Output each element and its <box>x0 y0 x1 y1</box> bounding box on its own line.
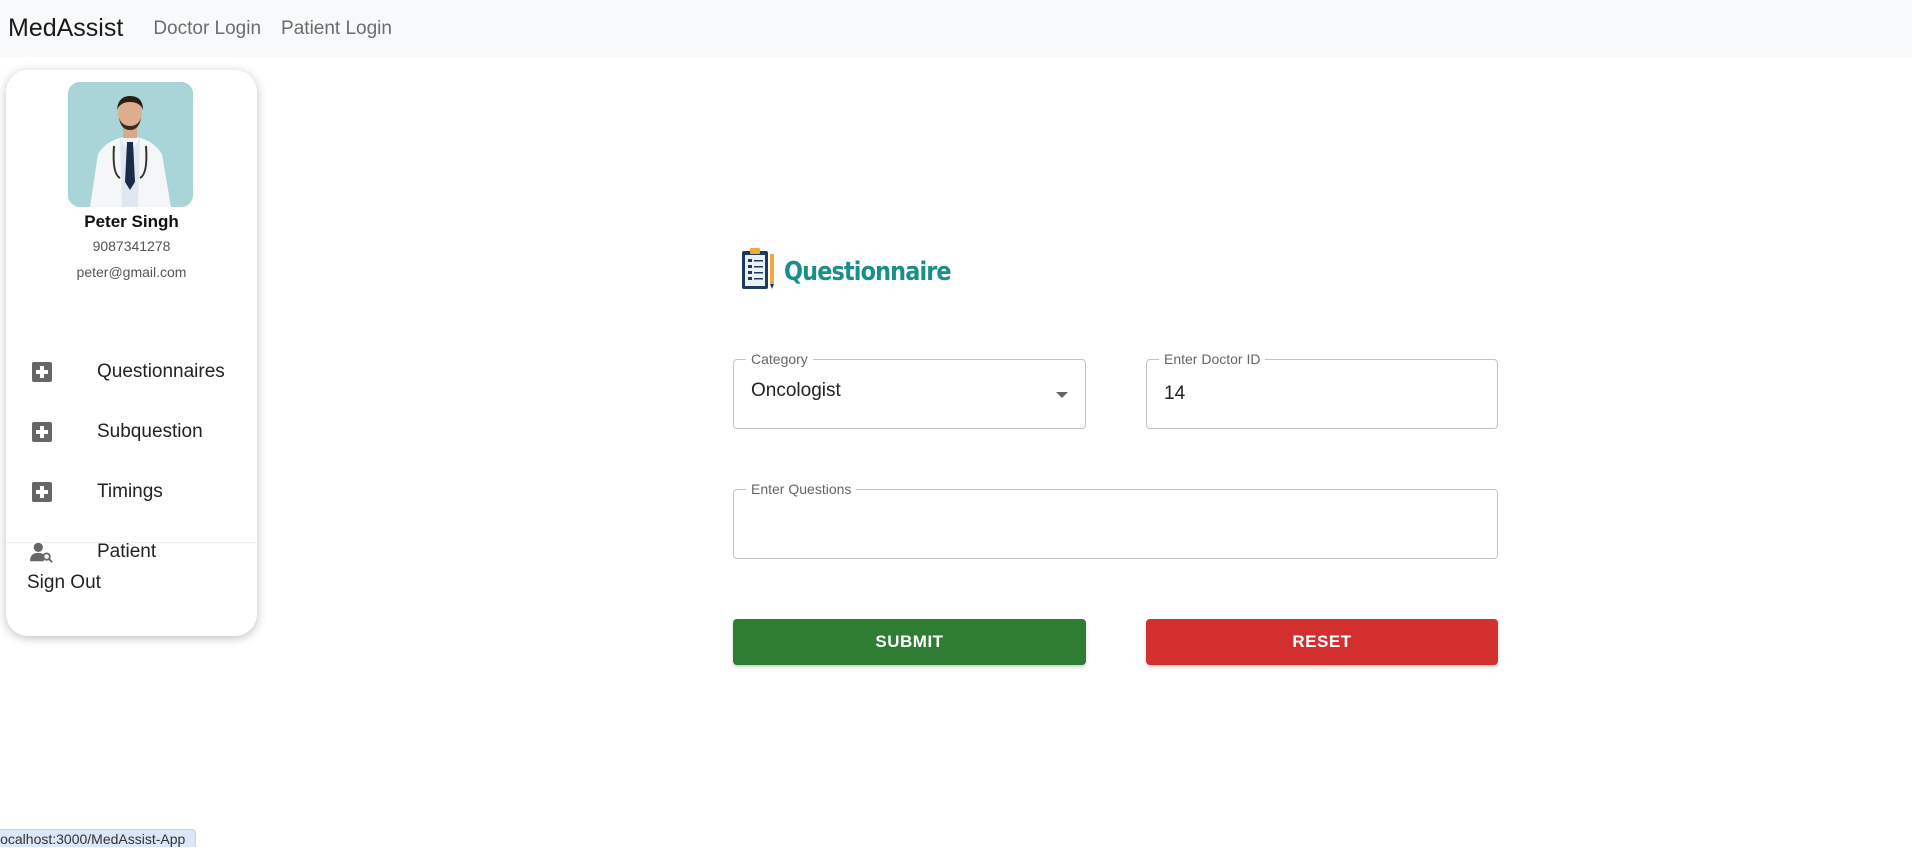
page-title: Questionnaire <box>784 256 952 287</box>
brand-logo[interactable]: MedAssist <box>8 14 123 43</box>
avatar <box>68 82 193 207</box>
sidebar-card: Peter Singh 9087341278 peter@gmail.com Q… <box>6 70 257 636</box>
sidebar-item-questionnaires[interactable]: Questionnaires <box>6 347 257 397</box>
category-value: Oncologist <box>751 380 841 401</box>
person-search-icon <box>30 540 54 564</box>
plus-square-icon <box>30 420 54 444</box>
category-label: Category <box>746 350 813 368</box>
questions-input[interactable] <box>734 490 1497 558</box>
reset-button[interactable]: RESET <box>1146 619 1498 665</box>
category-select[interactable]: Category Oncologist <box>733 350 1086 429</box>
sidebar-item-label: Patient <box>97 541 157 562</box>
dropdown-arrow-icon <box>1056 392 1068 398</box>
top-navbar: MedAssist Doctor Login Patient Login <box>0 0 1912 57</box>
sidebar-item-label: Questionnaires <box>97 361 225 382</box>
plus-square-icon <box>30 480 54 504</box>
questionnaire-header: Questionnaire <box>740 246 978 297</box>
sign-out-button[interactable]: Sign Out <box>27 572 101 594</box>
questions-field[interactable]: Enter Questions <box>733 480 1498 559</box>
sidebar-item-label: Subquestion <box>97 421 203 442</box>
sidebar-divider <box>6 542 257 543</box>
nav-patient-login[interactable]: Patient Login <box>281 18 392 40</box>
sidebar-item-label: Timings <box>97 481 163 502</box>
nav-doctor-login[interactable]: Doctor Login <box>153 18 261 40</box>
browser-status-url: localhost:3000/MedAssist-App <box>0 829 197 847</box>
clipboard-checklist-icon <box>740 246 776 297</box>
profile-phone: 9087341278 <box>92 238 171 254</box>
profile-email: peter@gmail.com <box>76 264 187 280</box>
submit-button[interactable]: SUBMIT <box>733 619 1086 665</box>
plus-square-icon <box>30 360 54 384</box>
sidebar-item-subquestion[interactable]: Subquestion <box>6 407 257 457</box>
sidebar-item-patient[interactable]: Patient <box>6 527 257 577</box>
sidebar-item-timings[interactable]: Timings <box>6 467 257 517</box>
profile-name: Peter Singh <box>84 212 179 231</box>
doctor-portrait-image <box>68 82 193 207</box>
doctor-id-input[interactable] <box>1147 360 1497 428</box>
doctor-id-field[interactable]: Enter Doctor ID <box>1146 350 1498 429</box>
